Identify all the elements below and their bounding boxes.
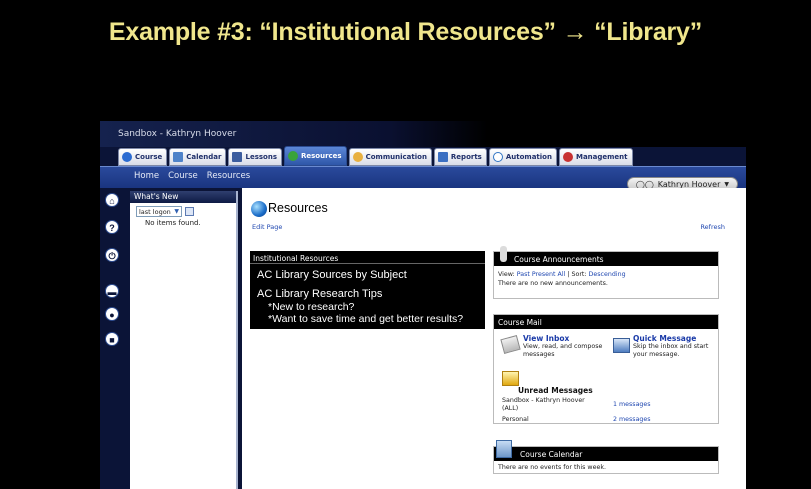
automation-icon: [492, 152, 503, 162]
info-icon: [122, 152, 132, 162]
tab-lessons[interactable]: Lessons: [228, 148, 282, 166]
reports-icon: [437, 152, 448, 162]
main-tabs: Course Calendar Lessons Resources Commun…: [118, 146, 633, 166]
chat-icon[interactable]: ■: [105, 332, 119, 346]
home-icon[interactable]: ⌂: [105, 193, 119, 207]
course-calendar-title: Course Calendar: [520, 450, 583, 459]
course-calendar-empty: There are no events for this week.: [498, 464, 606, 471]
course-mail-title: Course Mail: [494, 315, 718, 329]
announcements-sort-link[interactable]: Descending: [589, 271, 626, 278]
app-screenshot: Sandbox - Kathryn Hoover Course Calendar…: [100, 121, 746, 489]
institutional-resources-title: Institutional Resources: [250, 251, 485, 264]
institutional-resources-panel: Institutional Resources AC Library Sourc…: [250, 251, 485, 329]
page-title: Resources: [268, 201, 328, 215]
unread-star-icon: [502, 371, 519, 386]
user-icon[interactable]: ●: [105, 307, 119, 321]
quick-message-icon: [613, 338, 630, 353]
chevron-down-icon: ▼: [724, 180, 729, 188]
announcements-empty: There are no new announcements.: [498, 280, 608, 287]
tab-resources[interactable]: Resources: [283, 146, 347, 166]
tab-course[interactable]: Course: [118, 148, 168, 166]
library-research-tips-link[interactable]: AC Library Research Tips: [257, 288, 485, 301]
unread-messages-title: Unread Messages: [518, 386, 593, 395]
announcements-panel: Course Announcements View: Past Present …: [493, 246, 719, 299]
site-name: Sandbox - Kathryn Hoover: [118, 129, 237, 139]
nav-bar: Home Course Resources ◯◯ Kathryn Hoover …: [100, 166, 746, 191]
library-sources-link[interactable]: AC Library Sources by Subject: [257, 269, 485, 282]
app-header: Sandbox - Kathryn Hoover: [100, 121, 746, 147]
microphone-icon: [500, 246, 507, 262]
calendar-picker-icon[interactable]: [185, 207, 194, 216]
calendar-icon: [173, 152, 184, 162]
unread-row-label: Personal: [502, 416, 529, 423]
briefcase-icon[interactable]: ▬: [105, 284, 119, 298]
tab-communication[interactable]: Communication: [348, 148, 432, 166]
course-mail-panel: Course Mail View Inbox View, read, and c…: [493, 314, 719, 424]
tab-management[interactable]: Management: [558, 148, 633, 166]
communication-icon: [352, 152, 363, 162]
whats-new-empty: No items found.: [145, 219, 201, 227]
announcements-all-link[interactable]: All: [558, 271, 566, 278]
tab-calendar[interactable]: Calendar: [169, 148, 227, 166]
tab-reports[interactable]: Reports: [433, 148, 487, 166]
lessons-icon: [232, 152, 243, 162]
whats-new-filter-select[interactable]: last logon ▼: [136, 206, 182, 217]
breadcrumb-course[interactable]: Course: [168, 171, 198, 181]
tab-automation[interactable]: Automation: [488, 148, 557, 166]
breadcrumb: Home Course Resources: [134, 171, 250, 181]
breadcrumb-home[interactable]: Home: [134, 171, 159, 181]
left-icon-rail: ⌂ ? ⏻ ▬ ● ■: [100, 188, 124, 489]
research-tip: *Want to save time and get better result…: [268, 313, 464, 325]
power-icon[interactable]: ⏻: [105, 248, 119, 262]
announcements-past-link[interactable]: Past: [517, 271, 530, 278]
management-icon: [562, 152, 573, 162]
unread-row-count[interactable]: 2 messages: [613, 416, 651, 423]
refresh-link[interactable]: Refresh: [700, 223, 725, 231]
envelope-icon: [500, 335, 521, 354]
quick-message-link[interactable]: Quick Message Skip the inbox and start y…: [633, 334, 717, 358]
announcements-present-link[interactable]: Present: [532, 271, 556, 278]
resources-page: Resources Edit Page Refresh Institutiona…: [242, 188, 746, 489]
breadcrumb-resources[interactable]: Resources: [207, 171, 250, 181]
edit-page-link[interactable]: Edit Page: [252, 223, 282, 231]
whats-new-title: What's New: [130, 191, 236, 203]
resources-icon: [287, 151, 298, 161]
announcements-title: Course Announcements: [514, 255, 604, 264]
whats-new-panel: What's New last logon ▼ No items found.: [130, 191, 238, 489]
slide-title: Example #3: “Institutional Resources” → …: [108, 18, 703, 46]
view-inbox-link[interactable]: View Inbox View, read, and compose messa…: [523, 334, 615, 358]
chevron-down-icon: ▼: [174, 208, 179, 215]
research-tip: *New to research?: [268, 301, 355, 313]
resources-globe-icon: [251, 201, 267, 217]
help-icon[interactable]: ?: [105, 220, 119, 234]
unread-row-label: Sandbox - Kathryn Hoover (ALL): [502, 397, 585, 412]
unread-row-count[interactable]: 1 messages: [613, 401, 651, 408]
calendar-icon: [496, 440, 512, 458]
course-calendar-panel: Course Calendar There are no events for …: [493, 440, 719, 474]
